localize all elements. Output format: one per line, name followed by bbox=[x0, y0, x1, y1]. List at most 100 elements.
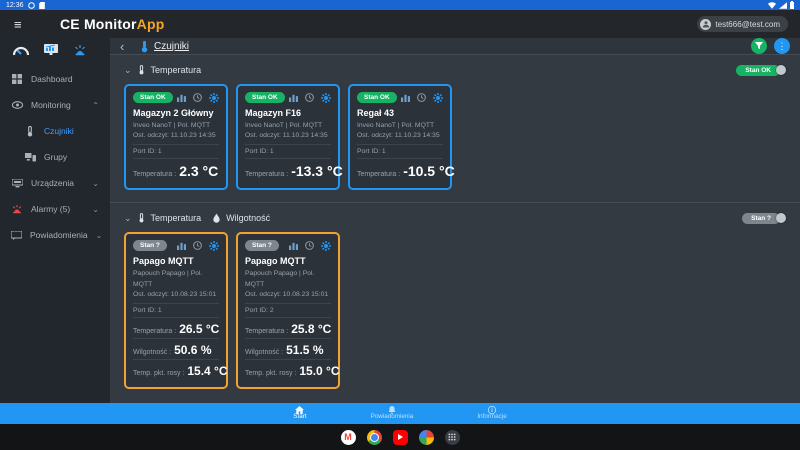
sensor-list: ⌄ Temperatura Stan OK Stan OK Magazyn 2 … bbox=[110, 55, 800, 403]
sensor-port: Port ID: 2 bbox=[245, 304, 331, 318]
sensor-port: Port ID: 1 bbox=[133, 145, 219, 160]
sidebar-item-label: Powiadomienia bbox=[30, 230, 88, 240]
kebab-icon: ⋮ bbox=[777, 40, 787, 51]
android-taskbar: M bbox=[0, 424, 800, 450]
eye-icon bbox=[11, 101, 23, 109]
sensor-card[interactable]: Stan OK Magazyn 2 Główny Inveo NanoT | P… bbox=[124, 84, 228, 191]
tab-informacje[interactable]: Informacje bbox=[477, 406, 507, 421]
reading-label: Temperatura : bbox=[133, 328, 177, 335]
chevron-up-icon: ⌃ bbox=[92, 100, 99, 110]
beacon-icon[interactable] bbox=[73, 43, 87, 61]
monitor-chart-icon[interactable] bbox=[44, 43, 58, 61]
sensor-device: Inveo NanoT | Pol. MQTT bbox=[133, 122, 211, 130]
history-clock-icon[interactable] bbox=[193, 241, 202, 251]
thermometer-icon bbox=[138, 213, 145, 223]
settings-gear-icon[interactable] bbox=[433, 92, 443, 103]
sensor-name: Papago MQTT bbox=[245, 256, 306, 267]
section-label: Temperatura bbox=[150, 213, 202, 224]
chevron-down-icon: ⌄ bbox=[124, 212, 132, 223]
sensor-port: Port ID: 1 bbox=[133, 304, 219, 318]
settings-gear-icon[interactable] bbox=[321, 240, 331, 251]
section-header-temperatura[interactable]: ⌄ Temperatura Stan OK bbox=[110, 59, 800, 81]
sidebar-item-monitoring[interactable]: Monitoring ⌃ bbox=[0, 92, 110, 118]
chart-icon[interactable] bbox=[401, 93, 410, 103]
sidebar-item-czujniki[interactable]: Czujniki bbox=[0, 118, 110, 144]
section-status-toggle[interactable]: Stan OK bbox=[736, 64, 786, 76]
gmail-icon[interactable]: M bbox=[340, 429, 356, 445]
chrome-icon[interactable] bbox=[366, 429, 382, 445]
history-clock-icon[interactable] bbox=[417, 93, 426, 102]
sidebar-item-label: Czujniki bbox=[44, 126, 74, 136]
settings-gear-icon[interactable] bbox=[209, 92, 219, 103]
photos-icon[interactable] bbox=[418, 429, 434, 445]
app-drawer-icon[interactable] bbox=[444, 429, 460, 445]
reading-value: 26.5 °C bbox=[179, 322, 220, 336]
thermometer-icon bbox=[140, 40, 149, 53]
chevron-down-icon: ⌄ bbox=[92, 204, 99, 214]
status-time: 12:36 bbox=[6, 1, 24, 9]
group-devices-icon bbox=[24, 152, 36, 162]
settings-gear-icon[interactable] bbox=[321, 92, 331, 103]
sensor-last-read: Ost. odczyt: 10.08.23 15:01 bbox=[245, 290, 329, 298]
status-badge: Stan OK bbox=[245, 92, 285, 104]
sidebar-item-alarmy[interactable]: Alarmy (5) ⌄ bbox=[0, 196, 110, 222]
sensor-port: Port ID: 1 bbox=[357, 145, 443, 160]
settings-gear-icon[interactable] bbox=[209, 240, 219, 251]
status-badge: Stan OK bbox=[357, 92, 397, 104]
status-badge: Stan OK bbox=[736, 64, 780, 76]
hamburger-menu-icon[interactable]: ≡ bbox=[14, 17, 34, 32]
dashboard-icon bbox=[11, 74, 23, 84]
sidebar-item-dashboard[interactable]: Dashboard bbox=[0, 66, 110, 92]
reading-value: 25.8 °C bbox=[291, 322, 332, 336]
sensor-device: Papouch Papago | Pol. MQTT bbox=[133, 270, 203, 288]
sidebar: Dashboard Monitoring ⌃ Czujniki Grupy Ur… bbox=[0, 38, 110, 403]
sidebar-item-grupy[interactable]: Grupy bbox=[0, 144, 110, 170]
tab-start[interactable]: Start bbox=[293, 406, 307, 421]
status-badge: Stan ? bbox=[742, 212, 780, 224]
filter-icon bbox=[755, 42, 763, 50]
droplet-icon bbox=[213, 213, 220, 224]
sensor-card[interactable]: Stan ? Papago MQTT Papouch Papago | Pol.… bbox=[124, 232, 228, 389]
tab-label: Informacje bbox=[477, 413, 507, 421]
chart-icon[interactable] bbox=[289, 241, 298, 251]
sensor-name: Regał 43 bbox=[357, 108, 395, 119]
sensor-card[interactable]: Stan OK Magazyn F16 Inveo NanoT | Pol. M… bbox=[236, 84, 343, 191]
wifi-icon bbox=[768, 1, 776, 9]
status-badge: Stan ? bbox=[133, 240, 167, 252]
chevron-down-icon: ⌄ bbox=[95, 230, 103, 240]
user-account-pill[interactable]: test666@test.com bbox=[697, 16, 788, 32]
chart-icon[interactable] bbox=[177, 241, 186, 251]
section-header-temperatura-wilgotnosc[interactable]: ⌄ Temperatura Wilgotność Stan ? bbox=[110, 207, 800, 229]
sidebar-item-powiadomienia[interactable]: Powiadomienia ⌄ bbox=[0, 222, 110, 248]
section-status-toggle[interactable]: Stan ? bbox=[742, 212, 786, 224]
chart-icon[interactable] bbox=[289, 93, 298, 103]
chart-icon[interactable] bbox=[177, 93, 186, 103]
sensor-device: Inveo NanoT | Pol. MQTT bbox=[357, 122, 435, 130]
sensor-card[interactable]: Stan ? Papago MQTT Papouch Papago | Pol.… bbox=[236, 232, 340, 389]
bottom-navigation: Start Powiadomienia Informacje bbox=[0, 403, 800, 424]
chevron-down-icon: ⌄ bbox=[92, 178, 99, 188]
alarm-siren-icon bbox=[11, 204, 23, 214]
filter-button[interactable] bbox=[751, 38, 767, 55]
gauge-icon[interactable] bbox=[12, 43, 30, 61]
back-button[interactable]: ‹ bbox=[120, 39, 134, 54]
sidebar-item-label: Dashboard bbox=[31, 74, 73, 84]
sensor-last-read: Ost. odczyt: 10.08.23 15:01 bbox=[133, 290, 217, 298]
section-divider bbox=[110, 202, 800, 204]
history-clock-icon[interactable] bbox=[305, 93, 314, 102]
android-status-bar: 12:36 bbox=[0, 0, 800, 10]
update-icon bbox=[27, 1, 35, 9]
signal-icon bbox=[779, 1, 787, 9]
reading-label: Wilgotność : bbox=[245, 349, 284, 356]
tab-powiadomienia[interactable]: Powiadomienia bbox=[371, 406, 413, 421]
history-clock-icon[interactable] bbox=[305, 241, 314, 251]
user-avatar-icon bbox=[700, 18, 712, 30]
page-title[interactable]: Czujniki bbox=[154, 41, 189, 52]
sensor-name: Papago MQTT bbox=[133, 256, 194, 267]
sensor-name: Magazyn F16 bbox=[245, 108, 302, 119]
sidebar-item-urzadzenia[interactable]: Urządzenia ⌄ bbox=[0, 170, 110, 196]
youtube-icon[interactable] bbox=[392, 429, 408, 445]
sensor-card[interactable]: Stan OK Regał 43 Inveo NanoT | Pol. MQTT… bbox=[348, 84, 455, 191]
history-clock-icon[interactable] bbox=[193, 93, 202, 102]
more-options-button[interactable]: ⋮ bbox=[774, 38, 790, 55]
